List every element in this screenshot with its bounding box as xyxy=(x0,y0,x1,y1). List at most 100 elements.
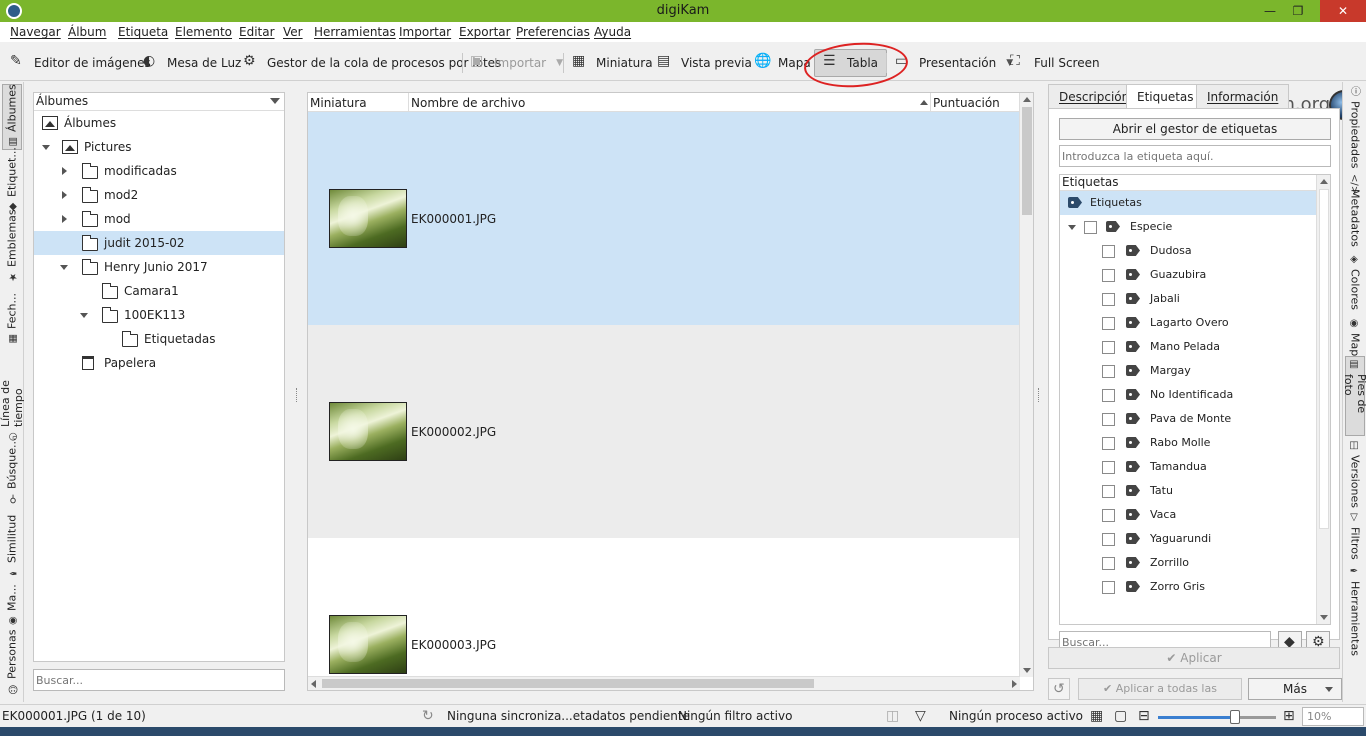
tab-similarity[interactable]: ✒ Similitud xyxy=(2,508,22,580)
tag-checkbox[interactable] xyxy=(1102,293,1115,306)
scroll-down-icon[interactable] xyxy=(1320,615,1328,620)
tag-checkbox[interactable] xyxy=(1102,317,1115,330)
tag-tree-header[interactable]: Etiquetas xyxy=(1060,175,1330,191)
menu-navegar[interactable]: Navegar xyxy=(10,25,61,39)
tag-checkbox[interactable] xyxy=(1102,269,1115,282)
tab-map[interactable]: ◉ Ma... xyxy=(2,582,22,628)
scroll-up-icon[interactable] xyxy=(1320,179,1328,184)
menu-editar[interactable]: Editar xyxy=(239,25,275,39)
collapse-arrow-icon[interactable] xyxy=(42,145,50,150)
horizontal-scrollbar[interactable] xyxy=(308,676,1020,690)
tag-checkbox[interactable] xyxy=(1102,437,1115,450)
tab-filters[interactable]: ▽ Filtros xyxy=(1345,510,1365,562)
menu-herramientas[interactable]: Herramientas xyxy=(314,25,396,39)
tag-row[interactable]: Jabali xyxy=(1060,287,1318,311)
album-item[interactable]: Papelera xyxy=(34,351,284,375)
tag-row[interactable]: Guazubira xyxy=(1060,263,1318,287)
tag-row[interactable]: Lagarto Overo xyxy=(1060,311,1318,335)
tab-dates[interactable]: ▦ Fech... xyxy=(2,286,22,346)
tab-labels[interactable]: ★ Emblemas xyxy=(2,209,22,284)
menu-preferencias[interactable]: Preferencias xyxy=(516,25,590,39)
scroll-right-icon[interactable] xyxy=(1012,680,1017,688)
tag-root-row[interactable]: Etiquetas xyxy=(1060,191,1318,215)
tag-checkbox[interactable] xyxy=(1102,365,1115,378)
tag-checkbox[interactable] xyxy=(1102,413,1115,426)
tag-entry-input[interactable] xyxy=(1059,145,1331,167)
tag-checkbox[interactable] xyxy=(1102,245,1115,258)
open-tag-manager-button[interactable]: Abrir el gestor de etiquetas xyxy=(1059,118,1331,140)
tag-group-row[interactable]: Especie xyxy=(1060,215,1318,239)
tab-information[interactable]: Información xyxy=(1196,84,1290,108)
tab-properties[interactable]: ⓘ Propiedades xyxy=(1345,84,1365,170)
zoom-100-icon[interactable]: ▢ xyxy=(1114,709,1127,723)
table-row[interactable]: EK000002.JPG xyxy=(308,325,1020,538)
tag-row[interactable]: Yaguarundi xyxy=(1060,527,1318,551)
tab-tags[interactable]: ◆ Etiquet... xyxy=(2,147,22,214)
column-header-rating[interactable]: Puntuación xyxy=(933,96,1000,110)
tag-checkbox[interactable] xyxy=(1084,221,1097,234)
filter-icon[interactable]: ▽ xyxy=(915,709,926,723)
tab-tags[interactable]: Etiquetas xyxy=(1126,84,1205,109)
menu-ayuda[interactable]: Ayuda xyxy=(594,25,631,39)
tab-colors[interactable]: ◈ Colores xyxy=(1345,252,1365,314)
tab-tools[interactable]: ✒ Herramientas xyxy=(1345,564,1365,658)
column-divider[interactable] xyxy=(408,93,409,112)
tag-checkbox[interactable] xyxy=(1102,485,1115,498)
column-divider[interactable] xyxy=(930,93,931,112)
scroll-down-icon[interactable] xyxy=(1023,668,1031,673)
tag-row[interactable]: Dudosa xyxy=(1060,239,1318,263)
column-header-filename[interactable]: Nombre de archivo xyxy=(411,96,525,110)
close-button[interactable]: ✕ xyxy=(1320,0,1366,22)
album-search-input[interactable] xyxy=(33,669,285,691)
tag-checkbox[interactable] xyxy=(1102,581,1115,594)
tag-row[interactable]: Zorro Gris xyxy=(1060,575,1318,599)
menu-album[interactable]: Álbum xyxy=(68,25,106,39)
zoom-slider[interactable] xyxy=(1158,710,1276,724)
vertical-scrollbar[interactable] xyxy=(1019,93,1033,677)
menu-etiqueta[interactable]: Etiqueta xyxy=(118,25,168,39)
album-item[interactable]: mod2 xyxy=(34,183,284,207)
scroll-up-icon[interactable] xyxy=(1023,97,1031,102)
album-item[interactable]: Álbumes xyxy=(34,111,284,135)
thumbnails-view-button[interactable]: ▦ Miniatura xyxy=(572,51,653,75)
album-item[interactable]: 100EK113 xyxy=(34,303,284,327)
splitter-handle[interactable] xyxy=(296,388,298,402)
zoom-slider-handle[interactable] xyxy=(1229,710,1240,724)
menu-elemento[interactable]: Elemento xyxy=(175,25,232,39)
tag-row[interactable]: Tamandua xyxy=(1060,455,1318,479)
expand-arrow-icon[interactable] xyxy=(62,215,67,223)
album-item[interactable]: modificadas xyxy=(34,159,284,183)
zoom-fit-icon[interactable]: ▦ xyxy=(1090,709,1103,723)
tag-row[interactable]: Mano Pelada xyxy=(1060,335,1318,359)
scrollbar-thumb[interactable] xyxy=(1022,107,1032,215)
light-table-button[interactable]: ◐ Mesa de Luz xyxy=(143,51,241,75)
maximize-button[interactable]: ❐ xyxy=(1284,0,1312,22)
splitter-handle[interactable] xyxy=(1038,388,1040,402)
album-item-selected[interactable]: judit 2015-02 xyxy=(34,231,284,255)
preview-view-button[interactable]: ▤ Vista previa xyxy=(657,51,752,75)
more-button[interactable]: Más xyxy=(1248,678,1342,700)
tag-row[interactable]: Vaca xyxy=(1060,503,1318,527)
scrollbar-thumb[interactable] xyxy=(322,679,814,688)
album-item[interactable]: mod xyxy=(34,207,284,231)
revert-button[interactable]: ↺ xyxy=(1048,678,1070,700)
tag-checkbox[interactable] xyxy=(1102,461,1115,474)
tag-checkbox[interactable] xyxy=(1102,509,1115,522)
collapse-arrow-icon[interactable] xyxy=(60,265,68,270)
menu-ver[interactable]: Ver xyxy=(283,25,303,39)
tag-row[interactable]: Margay xyxy=(1060,359,1318,383)
scroll-left-icon[interactable] xyxy=(311,680,316,688)
apply-button[interactable]: ✔ Aplicar xyxy=(1048,647,1340,669)
zoom-level-field[interactable]: 10% xyxy=(1302,707,1364,726)
expand-arrow-icon[interactable] xyxy=(62,191,67,199)
collapse-arrow-icon[interactable] xyxy=(80,313,88,318)
album-tree-header[interactable]: Álbumes xyxy=(34,93,284,111)
tag-checkbox[interactable] xyxy=(1102,533,1115,546)
tab-captions[interactable]: ▤ Pies de foto xyxy=(1342,356,1366,436)
table-row-selected[interactable]: EK000001.JPG xyxy=(308,112,1020,325)
image-editor-button[interactable]: ✎ Editor de imágenes xyxy=(10,51,151,75)
menu-exportar[interactable]: Exportar xyxy=(459,25,511,39)
tag-row[interactable]: Tatu xyxy=(1060,479,1318,503)
minimize-button[interactable]: — xyxy=(1256,0,1284,22)
album-item[interactable]: Etiquetadas xyxy=(34,327,284,351)
